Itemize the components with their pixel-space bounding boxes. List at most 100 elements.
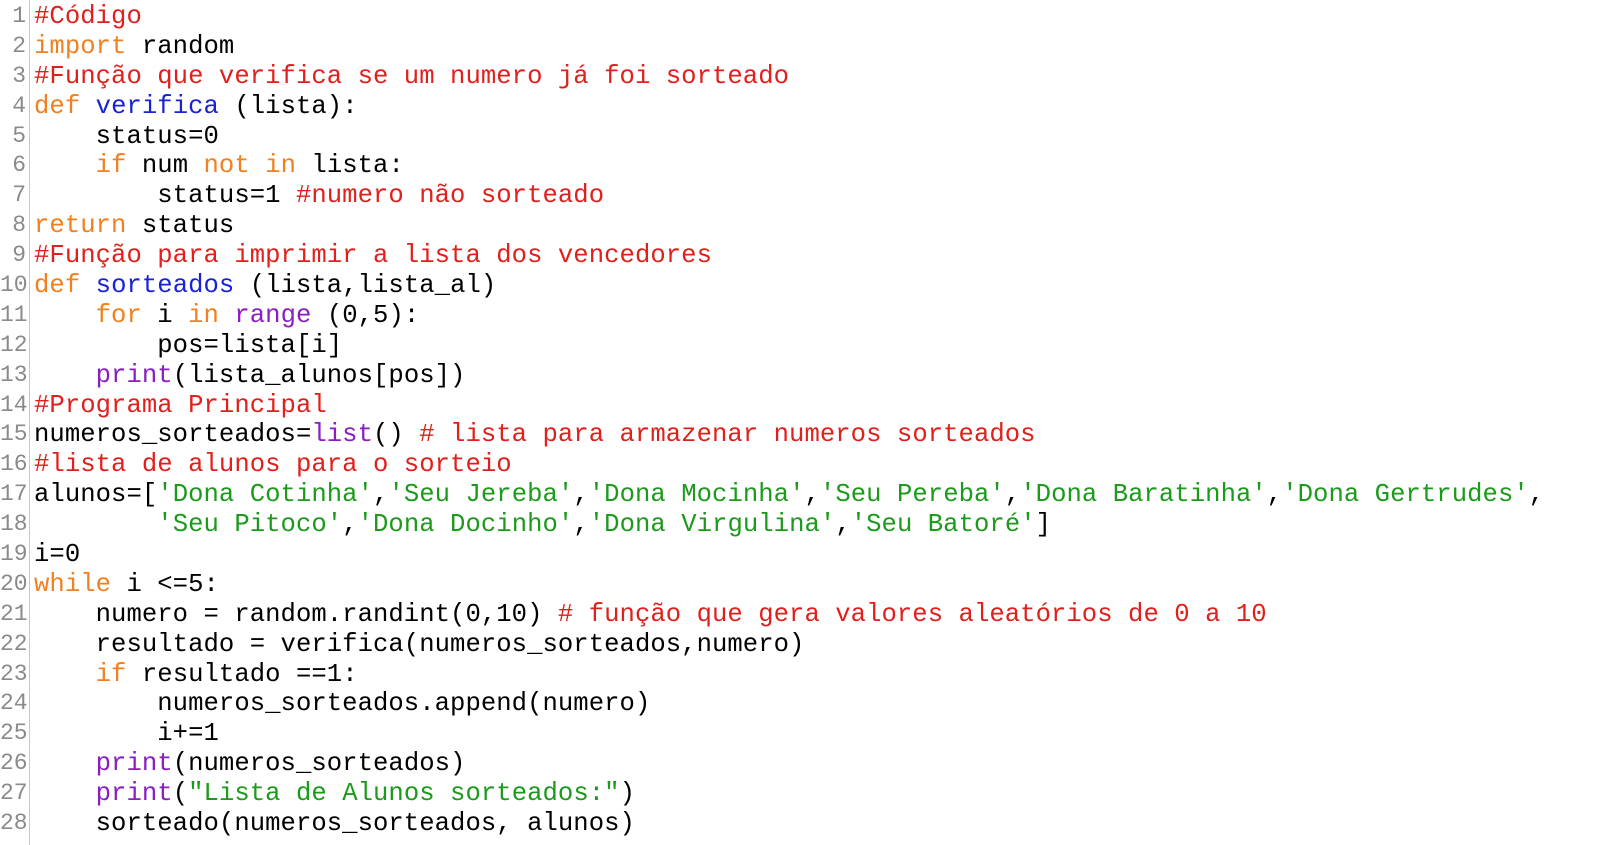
code-line[interactable]: sorteado(numeros_sorteados, alunos) bbox=[34, 809, 1616, 839]
code-token-plain: numeros_sorteados.append(numero) bbox=[34, 689, 651, 719]
code-line[interactable]: i+=1 bbox=[34, 719, 1616, 749]
code-token-comment: #Função para imprimir a lista dos venced… bbox=[34, 241, 712, 271]
code-line[interactable]: pos=lista[i] bbox=[34, 331, 1616, 361]
code-line[interactable]: print(lista_alunos[pos]) bbox=[34, 361, 1616, 391]
code-line[interactable]: print(numeros_sorteados) bbox=[34, 749, 1616, 779]
line-number: 2 bbox=[12, 32, 26, 59]
code-line[interactable]: status=0 bbox=[34, 122, 1616, 152]
line-number: 8 bbox=[12, 212, 26, 239]
code-token-plain: (numeros_sorteados) bbox=[172, 749, 466, 779]
code-token-plain: (lista): bbox=[218, 91, 358, 121]
line-number: 18 bbox=[0, 511, 28, 538]
code-line[interactable]: for i in range (0,5): bbox=[34, 301, 1616, 331]
line-number: 6 bbox=[12, 152, 26, 179]
code-token-plain: i <=5: bbox=[111, 569, 219, 599]
code-line[interactable]: resultado = verifica(numeros_sorteados,n… bbox=[34, 630, 1616, 660]
code-token-plain: numero = random.randint(0,10) bbox=[34, 599, 558, 629]
code-line[interactable]: #Programa Principal bbox=[34, 391, 1616, 421]
code-line[interactable]: #Função que verifica se um numero já foi… bbox=[34, 62, 1616, 92]
code-token-plain: num bbox=[126, 151, 204, 181]
code-token-keyword: if bbox=[95, 659, 127, 689]
code-line[interactable]: numeros_sorteados=list() # lista para ar… bbox=[34, 420, 1616, 450]
code-token-string: 'Dona Docinho' bbox=[357, 510, 574, 540]
line-number: 14 bbox=[0, 391, 28, 418]
code-line[interactable]: 'Seu Pitoco','Dona Docinho','Dona Virgul… bbox=[34, 510, 1616, 540]
code-token-plain: , bbox=[835, 510, 851, 540]
code-line[interactable]: def sorteados (lista,lista_al) bbox=[34, 271, 1616, 301]
code-token-plain: (lista_alunos[pos]) bbox=[172, 360, 466, 390]
code-token-string: 'Seu Pitoco' bbox=[157, 510, 343, 540]
code-line[interactable]: return status bbox=[34, 211, 1616, 241]
code-token-plain: status=1 bbox=[34, 181, 296, 211]
code-line[interactable]: #Função para imprimir a lista dos venced… bbox=[34, 241, 1616, 271]
line-number: 25 bbox=[0, 720, 28, 747]
code-token-comment: # lista para armazenar numeros sorteados bbox=[419, 420, 1036, 450]
code-token-plain: , bbox=[573, 480, 589, 510]
code-token-comment: #lista de alunos para o sorteio bbox=[34, 450, 512, 480]
code-token-plain: status bbox=[126, 211, 235, 241]
code-line[interactable]: numeros_sorteados.append(numero) bbox=[34, 689, 1616, 719]
code-token-plain: resultado ==1: bbox=[126, 659, 358, 689]
code-line[interactable]: numero = random.randint(0,10) # função q… bbox=[34, 600, 1616, 630]
code-line[interactable]: def verifica (lista): bbox=[34, 92, 1616, 122]
line-number: 20 bbox=[0, 570, 28, 597]
code-line[interactable]: while i <=5: bbox=[34, 570, 1616, 600]
code-line[interactable]: status=1 #numero não sorteado bbox=[34, 181, 1616, 211]
code-token-plain: i+=1 bbox=[34, 719, 219, 749]
code-line[interactable]: i=0 bbox=[34, 540, 1616, 570]
code-token-plain: pos=lista[i] bbox=[34, 330, 343, 360]
code-token-plain: i bbox=[141, 300, 189, 330]
code-token-string: 'Dona Baratinha' bbox=[1020, 480, 1267, 510]
code-token-string: 'Dona Mocinha' bbox=[588, 480, 805, 510]
code-token-plain: alunos=[ bbox=[34, 480, 158, 510]
code-token-string: "Lista de Alunos sorteados:" bbox=[188, 779, 620, 809]
line-number: 21 bbox=[0, 600, 28, 627]
code-token-builtin: list bbox=[311, 420, 373, 450]
line-number: 16 bbox=[0, 451, 28, 478]
code-token-string: 'Seu Pereba' bbox=[819, 480, 1005, 510]
code-token-plain: ( bbox=[172, 779, 189, 809]
code-token-comment: #Função que verifica se um numero já foi… bbox=[34, 61, 790, 91]
code-token-plain: i=0 bbox=[34, 540, 81, 570]
line-number: 22 bbox=[0, 630, 28, 657]
code-token-comment: # função que gera valores aleatórios de … bbox=[557, 599, 1267, 629]
code-token-keyword: def bbox=[34, 271, 81, 301]
line-number: 5 bbox=[12, 122, 26, 149]
code-text-area[interactable]: #Código import random #Função que verifica… bbox=[34, 2, 1616, 839]
line-number: 10 bbox=[0, 272, 28, 299]
code-line[interactable]: if num not in lista: bbox=[34, 151, 1616, 181]
code-line[interactable]: if resultado ==1: bbox=[34, 660, 1616, 690]
line-number: 26 bbox=[0, 750, 28, 777]
code-token-plain: , bbox=[1004, 480, 1021, 510]
code-token-string: 'Seu Jereba' bbox=[388, 480, 574, 510]
code-token-keyword: import bbox=[34, 31, 127, 61]
code-token-comment: #Código bbox=[34, 2, 142, 31]
code-line[interactable]: alunos=['Dona Cotinha','Seu Jereba','Don… bbox=[34, 480, 1616, 510]
code-token-plain: , bbox=[573, 510, 589, 540]
code-token-builtin: print bbox=[95, 360, 173, 390]
code-token-keyword: def bbox=[34, 91, 81, 121]
line-number: 27 bbox=[0, 780, 28, 807]
code-line[interactable]: import random bbox=[34, 32, 1616, 62]
line-number: 7 bbox=[12, 182, 26, 209]
code-token-plain: , bbox=[1266, 480, 1283, 510]
code-token-keyword: return bbox=[34, 211, 127, 241]
code-token-plain: , bbox=[373, 480, 389, 510]
code-token-comment: #Programa Principal bbox=[34, 390, 327, 420]
code-token-keyword: while bbox=[34, 569, 112, 599]
code-line[interactable]: print("Lista de Alunos sorteados:") bbox=[34, 779, 1616, 809]
code-line[interactable]: #lista de alunos para o sorteio bbox=[34, 450, 1616, 480]
code-token-keyword: in bbox=[188, 300, 219, 330]
code-line[interactable]: #Código bbox=[34, 2, 1616, 32]
line-number-list: 1 2 3 4 5 6 7 8 9 10 11 12 13 14 15 16 17 18 19 20 21 22 23 24 2… bbox=[0, 2, 28, 839]
code-token-plain: () bbox=[373, 420, 420, 450]
code-editor[interactable]: 1 2 3 4 5 6 7 8 9 10 11 12 13 14 15 16 17 18 19 20 21 22 23 24 2… bbox=[0, 0, 1616, 845]
